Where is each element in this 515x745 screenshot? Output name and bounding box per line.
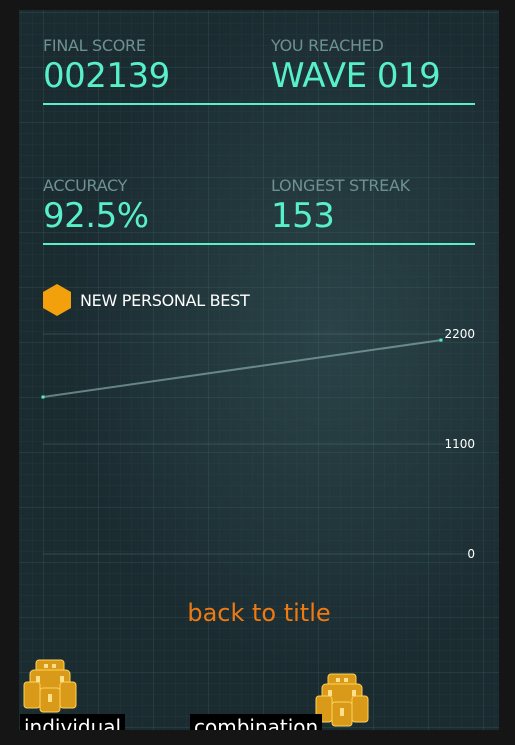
chart-y-tick-label: 1100 xyxy=(444,437,475,451)
chart-data-point xyxy=(439,338,443,342)
chart-series-line xyxy=(42,339,442,398)
chart-y-tick-label: 0 xyxy=(467,547,475,561)
ship-icon xyxy=(23,659,77,713)
game-over-panel: FINAL SCORE 002139 YOU REACHED WAVE 019 … xyxy=(19,10,499,730)
score-history-chart: 2200 1100 0 xyxy=(41,327,475,561)
bottom-edge xyxy=(0,730,515,745)
chart-y-tick-label: 2200 xyxy=(444,327,475,341)
back-to-title-button[interactable]: back to title xyxy=(19,599,499,627)
chart-data-point xyxy=(41,395,45,399)
ship-icon xyxy=(315,673,369,727)
